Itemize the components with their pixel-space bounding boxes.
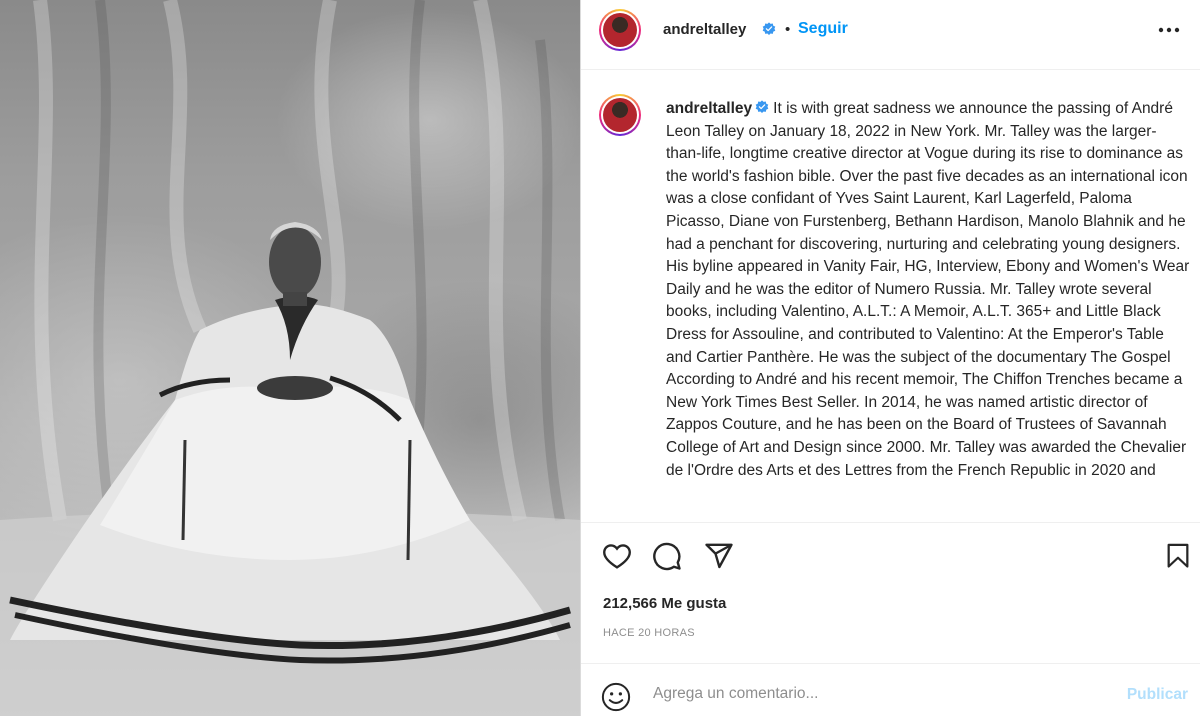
comment-icon[interactable]: [652, 541, 682, 571]
post-caption: andreltalley It is with great sadness we…: [666, 98, 1191, 482]
post-photo[interactable]: [0, 0, 580, 716]
caption-area[interactable]: andreltalley It is with great sadness we…: [581, 70, 1200, 523]
caption-avatar[interactable]: [599, 94, 641, 136]
publish-button[interactable]: Publicar: [1127, 686, 1188, 704]
caption-text: It is with great sadness we announce the…: [666, 100, 1190, 479]
caption-username[interactable]: andreltalley: [666, 100, 752, 117]
bookmark-icon[interactable]: [1164, 541, 1192, 571]
likes-count[interactable]: 212,566 Me gusta: [603, 595, 726, 612]
heart-icon[interactable]: [601, 541, 633, 571]
share-icon[interactable]: [704, 541, 734, 571]
photo-illustration: [0, 0, 580, 716]
post-panel: andreltalley • Seguir andreltalley It is…: [580, 0, 1200, 716]
post-header: andreltalley • Seguir: [581, 0, 1200, 70]
follow-button[interactable]: Seguir: [798, 20, 848, 38]
action-bar: [581, 523, 1200, 593]
verified-badge-icon: [762, 22, 776, 36]
emoji-icon[interactable]: [601, 682, 631, 712]
header-username[interactable]: andreltalley: [663, 21, 746, 38]
post-timestamp[interactable]: HACE 20 HORAS: [603, 627, 695, 639]
avatar[interactable]: [599, 9, 641, 51]
more-options-icon[interactable]: [1156, 20, 1182, 40]
separator-dot: •: [785, 21, 791, 38]
verified-badge-icon: [755, 100, 769, 114]
comment-input[interactable]: [651, 680, 1105, 708]
comment-bar: Publicar: [581, 663, 1200, 716]
